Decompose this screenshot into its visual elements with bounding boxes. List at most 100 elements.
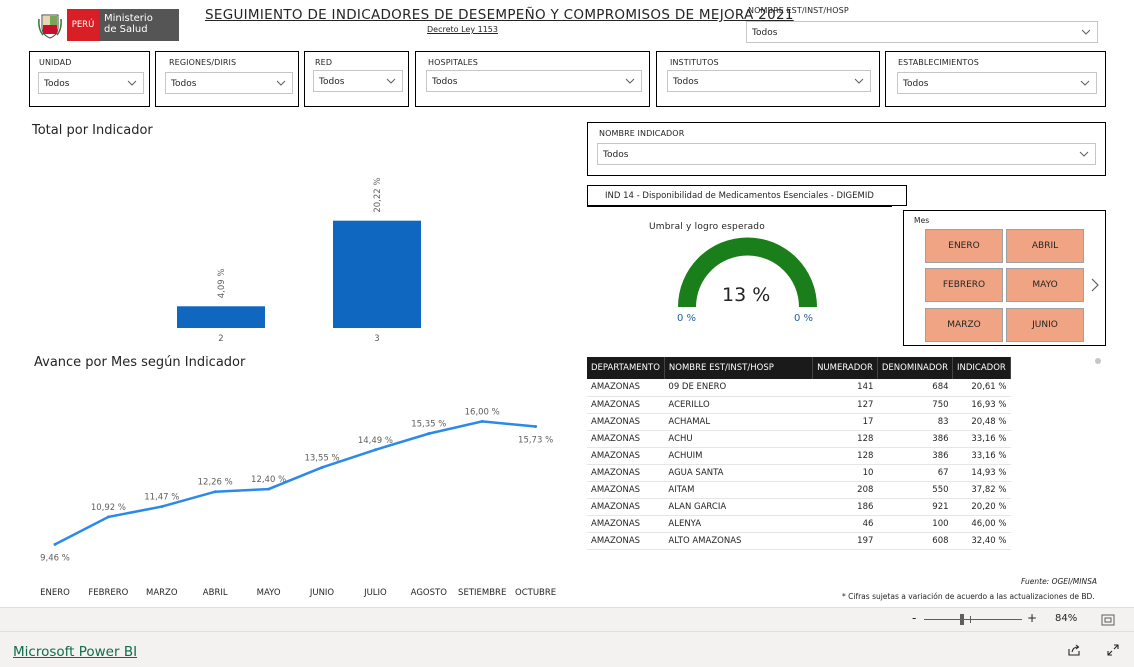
slicer-establecimientos: ESTABLECIMIENTOS Todos: [885, 51, 1106, 107]
line-point-6[interactable]: [373, 448, 377, 452]
cell-departamento: AMAZONAS: [587, 413, 665, 431]
line-point-8[interactable]: [480, 419, 484, 423]
zoom-out-button[interactable]: -: [912, 611, 916, 625]
slicer-est-dropdown[interactable]: Todos: [746, 21, 1098, 43]
line-point-0[interactable]: [53, 542, 57, 546]
month-button-marzo[interactable]: MARZO: [925, 308, 1003, 342]
bar-category-label-1: 3: [374, 334, 379, 344]
table-row[interactable]: AMAZONAS AGUA SANTA 10 67 14,93 %: [587, 464, 1011, 482]
line-data-label-6: 14,49 %: [358, 436, 393, 446]
table-row[interactable]: AMAZONAS ACHAMAL 17 83 20,48 %: [587, 413, 1011, 431]
line-chart[interactable]: 9,46 % ENERO 10,92 % FEBRERO 11,47 % MARZO 12,…: [20, 390, 580, 605]
fit-to-page-icon[interactable]: [1101, 614, 1115, 626]
month-button-mayo[interactable]: MAYO: [1006, 268, 1084, 302]
slicer-hospitales-value: Todos: [432, 77, 458, 87]
scrollbar-thumb[interactable]: [1095, 358, 1101, 364]
table-row[interactable]: AMAZONAS ACERILLO 127 750 16,93 %: [587, 396, 1011, 414]
slicer-hospitales-label: HOSPITALES: [428, 58, 478, 67]
slicer-regiones-label: REGIONES/DIRIS: [169, 58, 237, 67]
line-data-label-4: 12,40 %: [251, 475, 286, 485]
indicator-title-card: IND 14 - Disponibilidad de Medicamentos …: [587, 185, 907, 206]
bar-chart-title: Total por Indicador: [32, 123, 153, 138]
cell-nombre: AITAM: [664, 481, 813, 499]
zoom-slider-thumb[interactable]: [960, 614, 964, 625]
share-icon[interactable]: [1067, 643, 1081, 657]
table-row[interactable]: AMAZONAS ALAN GARCIA 186 921 20,20 %: [587, 498, 1011, 516]
column-header-denominador[interactable]: DENOMINADOR: [877, 357, 954, 379]
cell-numerador: 17: [812, 413, 878, 431]
column-header-nombre[interactable]: NOMBRE EST/INST/HOSP: [664, 357, 814, 379]
line-series[interactable]: [54, 420, 536, 546]
fullscreen-icon[interactable]: [1106, 643, 1120, 657]
line-point-3[interactable]: [213, 490, 217, 494]
cell-denominador: 67: [877, 464, 953, 482]
zoom-slider-track[interactable]: [924, 619, 1022, 620]
cell-nombre: ALENYA: [664, 515, 813, 533]
zoom-level: 84%: [1055, 613, 1078, 624]
cell-departamento: AMAZONAS: [587, 532, 665, 550]
bar-0[interactable]: [177, 306, 265, 328]
bar-data-label-0: 4,09 %: [217, 269, 227, 299]
cell-numerador: 128: [812, 430, 878, 448]
powerbi-brand-link[interactable]: Microsoft Power BI: [13, 644, 137, 660]
cell-denominador: 386: [877, 430, 953, 448]
line-point-4[interactable]: [267, 487, 271, 491]
chevron-right-icon[interactable]: [1090, 277, 1100, 293]
slicer-regiones-dropdown[interactable]: Todos: [165, 72, 293, 94]
cell-nombre: ALAN GARCIA: [664, 498, 813, 516]
logo-peru-text: PERÚ: [67, 9, 99, 41]
cell-denominador: 921: [877, 498, 953, 516]
slicer-red-dropdown[interactable]: Todos: [313, 70, 403, 92]
slicer-indicador-value: Todos: [603, 150, 629, 160]
report-subtitle[interactable]: Decreto Ley 1153: [427, 25, 498, 34]
bar-chart[interactable]: 4,09 % 2 20,22 % 3: [140, 150, 440, 350]
line-point-2[interactable]: [160, 505, 164, 509]
column-header-departamento[interactable]: DEPARTAMENTO: [587, 357, 665, 379]
line-x-tick-0: ENERO: [40, 588, 70, 598]
table-row[interactable]: AMAZONAS ACHUIM 128 386 33,16 %: [587, 447, 1011, 465]
cell-departamento: AMAZONAS: [587, 430, 665, 448]
slicer-institutos-label: INSTITUTOS: [670, 58, 719, 67]
slicer-establecimientos-dropdown[interactable]: Todos: [897, 72, 1097, 94]
line-data-label-9: 15,73 %: [518, 435, 553, 445]
bar-1[interactable]: [333, 220, 421, 328]
slicer-unidad-value: Todos: [44, 79, 70, 89]
cell-indicador: 20,48 %: [952, 413, 1011, 431]
column-header-numerador[interactable]: NUMERADOR: [812, 357, 878, 379]
line-x-tick-6: JULIO: [363, 588, 387, 598]
table-row[interactable]: AMAZONAS AITAM 208 550 37,82 %: [587, 481, 1011, 499]
zoom-in-button[interactable]: +: [1027, 611, 1037, 625]
table-row[interactable]: AMAZONAS ALENYA 46 100 46,00 %: [587, 515, 1011, 533]
gauge-value: 13 %: [722, 284, 771, 306]
line-x-tick-2: MARZO: [146, 588, 178, 598]
line-point-5[interactable]: [320, 465, 324, 469]
zoom-bar: - + 84%: [0, 607, 1134, 631]
line-point-1[interactable]: [106, 515, 110, 519]
cell-departamento: AMAZONAS: [587, 447, 665, 465]
slicer-hospitales-dropdown[interactable]: Todos: [426, 70, 642, 92]
table-row[interactable]: AMAZONAS ALTO AMAZONAS 197 608 32,40 %: [587, 532, 1011, 550]
cell-indicador: 14,93 %: [952, 464, 1011, 482]
slicer-institutos-dropdown[interactable]: Todos: [667, 70, 871, 92]
month-button-febrero[interactable]: FEBRERO: [925, 268, 1003, 302]
month-slicer-label: Mes: [914, 216, 930, 225]
month-button-abril[interactable]: ABRIL: [1006, 229, 1084, 263]
month-button-enero[interactable]: ENERO: [925, 229, 1003, 263]
data-table[interactable]: DEPARTAMENTO NOMBRE EST/INST/HOSP NUMERA…: [587, 357, 1011, 550]
table-row[interactable]: AMAZONAS 09 DE ENERO 141 684 20,61 %: [587, 379, 1011, 397]
cell-nombre: ACHUIM: [664, 447, 813, 465]
disclaimer-note: * Cifras sujetas a variación de acuerdo …: [842, 592, 1095, 601]
table-row[interactable]: AMAZONAS ACHU 128 386 33,16 %: [587, 430, 1011, 448]
cell-departamento: AMAZONAS: [587, 515, 665, 533]
table-header-row: DEPARTAMENTO NOMBRE EST/INST/HOSP NUMERA…: [587, 357, 1011, 379]
line-point-7[interactable]: [427, 432, 431, 436]
chevron-down-icon: [625, 78, 635, 84]
column-header-indicador[interactable]: INDICADOR: [952, 357, 1011, 379]
month-button-junio[interactable]: JUNIO: [1006, 308, 1084, 342]
slicer-unidad: UNIDAD Todos: [29, 51, 150, 107]
slicer-indicador-dropdown[interactable]: Todos: [597, 143, 1096, 165]
slicer-red-value: Todos: [319, 77, 345, 87]
line-point-9[interactable]: [534, 424, 538, 428]
slicer-unidad-dropdown[interactable]: Todos: [38, 72, 144, 94]
line-chart-title: Avance por Mes según Indicador: [34, 355, 246, 370]
